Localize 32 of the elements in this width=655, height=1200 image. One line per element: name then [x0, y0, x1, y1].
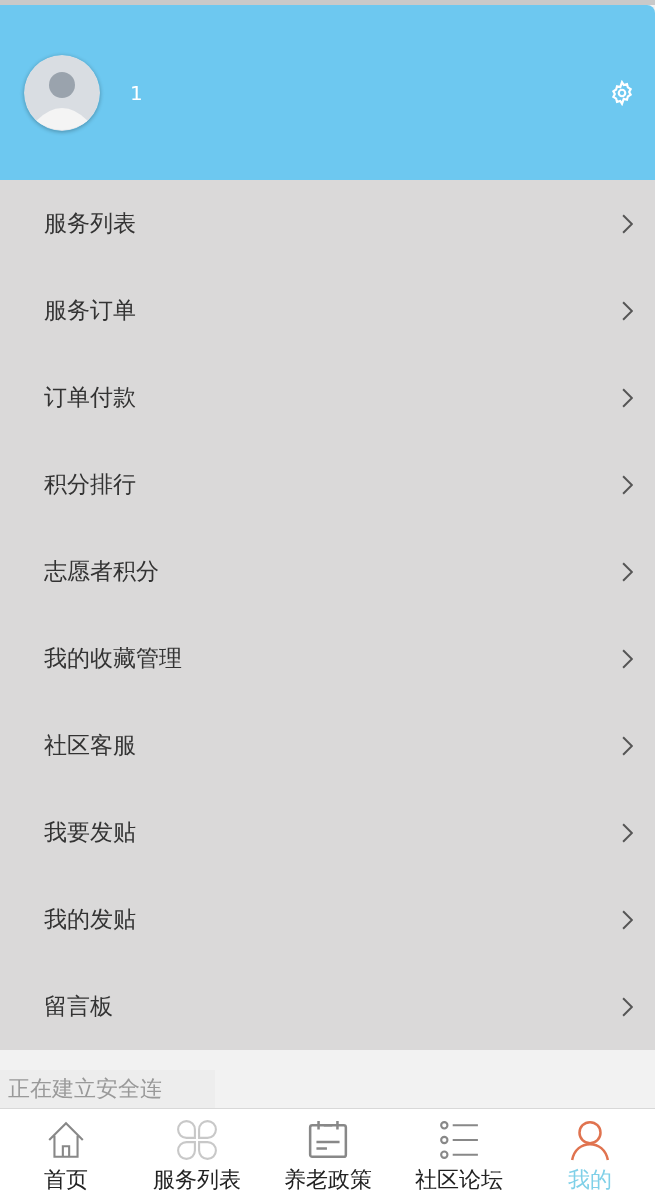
tab[interactable]: 首页	[0, 1109, 131, 1200]
list-icon	[437, 1119, 480, 1161]
chevron-right-icon	[622, 735, 633, 756]
calendar-icon	[306, 1119, 349, 1161]
menu-item[interactable]: 积分排行	[0, 441, 655, 528]
chevron-right-icon	[622, 996, 633, 1017]
tab[interactable]: 社区论坛	[393, 1109, 524, 1200]
user-name: 1	[130, 80, 144, 105]
clover-icon	[175, 1119, 218, 1161]
menu-item[interactable]: 服务列表	[0, 180, 655, 267]
menu-item[interactable]: 志愿者积分	[0, 528, 655, 615]
avatar[interactable]	[24, 54, 100, 131]
menu-item[interactable]: 我要发贴	[0, 789, 655, 876]
chevron-right-icon	[622, 300, 633, 321]
menu-item[interactable]: 订单付款	[0, 354, 655, 441]
menu-item[interactable]: 服务订单	[0, 267, 655, 354]
menu-item[interactable]: 我的收藏管理	[0, 615, 655, 702]
chevron-right-icon	[622, 909, 633, 930]
settings-icon[interactable]	[609, 79, 635, 106]
chevron-right-icon	[622, 648, 633, 669]
chevron-right-icon	[622, 474, 633, 495]
menu-item[interactable]: 我的发贴	[0, 876, 655, 963]
status-toast: 正在建立安全连	[0, 1070, 215, 1108]
tab[interactable]: 养老政策	[262, 1109, 393, 1200]
menu-item[interactable]: 留言板	[0, 963, 655, 1050]
tab[interactable]: 服务列表	[131, 1109, 262, 1200]
menu-item[interactable]: 社区客服	[0, 702, 655, 789]
chevron-right-icon	[622, 822, 633, 843]
person-icon	[568, 1119, 611, 1161]
chevron-right-icon	[622, 561, 633, 582]
chevron-right-icon	[622, 213, 633, 234]
chevron-right-icon	[622, 387, 633, 408]
